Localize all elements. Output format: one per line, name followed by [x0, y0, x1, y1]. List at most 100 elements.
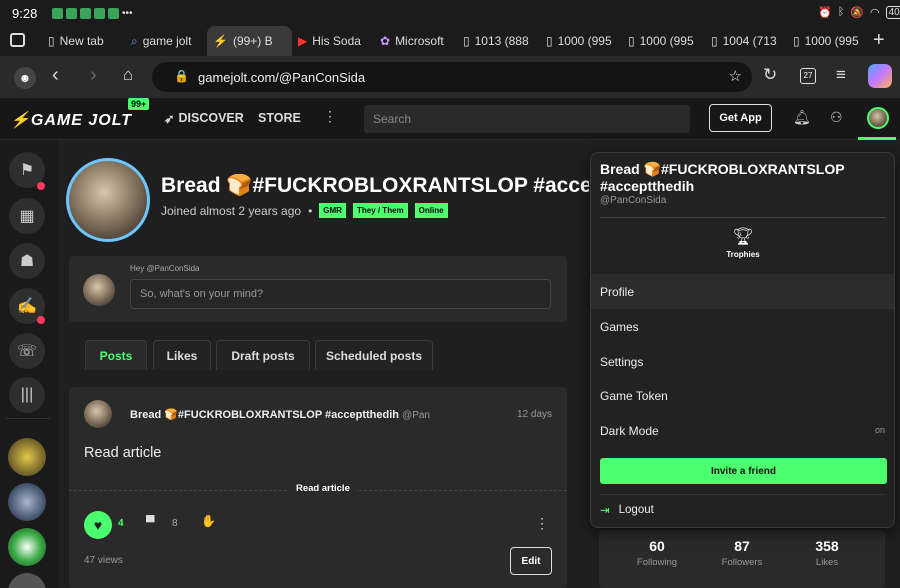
browser-tab[interactable]: ▯ New tab [42, 26, 122, 56]
page-icon: ▯ [711, 34, 718, 48]
notification-dot [37, 316, 45, 324]
tab-count[interactable]: 27 [800, 68, 816, 84]
community-avatar[interactable] [8, 573, 46, 588]
post-author-avatar[interactable] [84, 400, 112, 428]
browser-tab[interactable]: ▯ 1000 (995 [622, 26, 702, 56]
site-info-icon[interactable]: 🔒 [174, 69, 189, 83]
site-header: ⚡GAME JOLT 99+ ➶ DISCOVER STORE ⋮ Search … [0, 98, 900, 140]
tab-draft-posts[interactable]: Draft posts [216, 340, 310, 370]
menu-item-games[interactable]: Games [591, 309, 894, 344]
discover-link[interactable]: ➶ DISCOVER [164, 111, 244, 126]
separator: • [308, 203, 313, 218]
back-icon[interactable]: ‹ [52, 64, 59, 87]
new-tab-icon[interactable]: + [873, 29, 885, 52]
browser-tab[interactable]: ▶ His Soda [292, 26, 372, 56]
sidebar-library[interactable]: ||| [9, 377, 45, 413]
edit-button[interactable]: Edit [510, 547, 552, 575]
stat-likes[interactable]: 358 Likes [769, 538, 885, 568]
browser-tab[interactable]: ✿ Microsoft [374, 26, 454, 56]
joined-date: Joined almost 2 years ago [161, 203, 302, 218]
tab-scheduled-posts[interactable]: Scheduled posts [315, 340, 433, 370]
quest-icon: ✍ [17, 298, 37, 315]
browser-tab[interactable]: ▯ 1000 (995 [540, 26, 620, 56]
post-author[interactable]: Bread 🍞#FUCKROBLOXRANTSLOP #acceptthedih [130, 409, 399, 421]
composer-greeting: Hey @PanConSida [130, 264, 200, 273]
favorite-star-icon[interactable]: ☆ [729, 67, 742, 85]
tab-likes[interactable]: Likes [153, 340, 211, 370]
tab-posts[interactable]: Posts [85, 340, 147, 370]
comment-icon[interactable]: ▀ [146, 515, 155, 529]
trophies-link[interactable]: 🏆︎ Trophies [691, 227, 795, 259]
menu-user-name[interactable]: Bread 🍞#FUCKROBLOXRANTSLOP #acceptthedih [600, 161, 885, 195]
community-avatar[interactable] [8, 528, 46, 566]
composer-input[interactable]: So, what's on your mind? [130, 279, 551, 309]
profile-avatar[interactable] [66, 158, 150, 242]
profile-name: Bread 🍞#FUCKROBLOXRANTSLOP #accep [161, 174, 589, 197]
page-icon: ▯ [546, 34, 553, 48]
like-button[interactable]: ♥ [84, 511, 112, 539]
read-article-link[interactable]: Read article [290, 483, 356, 494]
get-app-button[interactable]: Get App [709, 104, 772, 132]
menu-item-dark-mode[interactable]: Dark Mode [591, 413, 894, 448]
forward-icon[interactable]: › [90, 64, 97, 87]
logout-button[interactable]: ⇥ Logout [600, 503, 654, 517]
charge-icon[interactable]: ✋ [201, 514, 216, 528]
invite-friend-button[interactable]: Invite a friend [600, 458, 887, 484]
post-options-icon[interactable]: ⋮ [535, 515, 549, 532]
more-dots-icon: ••• [122, 8, 133, 19]
sidebar-store[interactable]: ▦ [9, 198, 45, 234]
mute-icon: 🔕 [850, 7, 865, 19]
menu-item-settings[interactable]: Settings [591, 344, 894, 379]
backpack-icon: ☗ [19, 253, 35, 270]
menu-divider [600, 217, 886, 218]
notification-dot [37, 182, 45, 190]
heart-icon: ♥ [93, 517, 103, 533]
profile-icon[interactable]: ☻ [14, 67, 36, 89]
sidebar-chat[interactable]: ☏ [9, 333, 45, 369]
url-text: gamejolt.com/@PanConSida [198, 69, 366, 85]
post-handle[interactable]: @PanConSida [402, 410, 430, 421]
online-tag: Online [414, 203, 448, 218]
bell-icon[interactable]: 🔔︎ [793, 109, 811, 126]
store-link[interactable]: STORE [258, 111, 301, 125]
system-icons: ⏰ ᛒ 🔕 ◠ 40 [818, 6, 900, 19]
community-avatar[interactable] [8, 483, 46, 521]
copilot-icon: ✿ [380, 34, 391, 48]
url-field[interactable]: 🔒 gamejolt.com/@PanConSida ☆ [152, 62, 752, 92]
user-avatar-button[interactable] [867, 107, 889, 129]
chat-icon: ☏ [16, 343, 37, 360]
post-age: 12 days [517, 409, 553, 420]
menu-item-profile[interactable]: Profile [591, 274, 894, 309]
post-composer: Hey @PanConSida So, what's on your mind? [69, 256, 567, 322]
sidebar-divider [6, 418, 50, 419]
logout-icon: ⇥ [600, 505, 610, 517]
menu-item-game-token[interactable]: Game Token [591, 378, 894, 413]
post-header: Bread 🍞#FUCKROBLOXRANTSLOP #acceptthedih… [130, 408, 430, 421]
refresh-icon[interactable]: ↻ [763, 65, 777, 85]
trophy-icon: 🏆︎ [732, 227, 754, 246]
app-notification-icon [66, 8, 77, 19]
browser-tab-strip: ▯ New tab ⌕ game jolt ⚡ (99+) B ▶ His Soda ✿… [0, 26, 900, 56]
tab-switcher-icon[interactable] [10, 33, 25, 47]
clock: 9:28 [12, 6, 38, 21]
friends-icon[interactable]: ⚇ [830, 109, 843, 126]
composer-avatar [83, 274, 115, 306]
browser-tab-active[interactable]: ⚡ (99+) B [207, 26, 292, 56]
community-avatar[interactable] [8, 438, 46, 476]
browser-tab[interactable]: ⌕ game jolt [125, 26, 205, 56]
page-icon: ▯ [793, 34, 800, 48]
more-vertical-icon[interactable]: ⋮ [323, 108, 337, 125]
home-icon[interactable]: ⌂ [123, 65, 133, 85]
profile-stats: 60 Following 87 Followers 358 Likes [599, 530, 885, 588]
search-input[interactable]: Search [364, 105, 690, 133]
copilot-icon[interactable] [868, 64, 892, 88]
browser-tab[interactable]: ▯ 1013 (888 [457, 26, 537, 56]
gamejolt-logo[interactable]: ⚡GAME JOLT [10, 110, 132, 130]
browser-tab[interactable]: ▯ 1000 (995 [787, 26, 859, 56]
menu-icon[interactable]: ≡ [836, 65, 846, 85]
sidebar-backpack[interactable]: ☗ [9, 243, 45, 279]
notification-icons: ••• [52, 8, 133, 19]
app-notification-icon [94, 8, 105, 19]
browser-tab[interactable]: ▯ 1004 (713 [705, 26, 785, 56]
post-body: Read article [84, 445, 162, 461]
